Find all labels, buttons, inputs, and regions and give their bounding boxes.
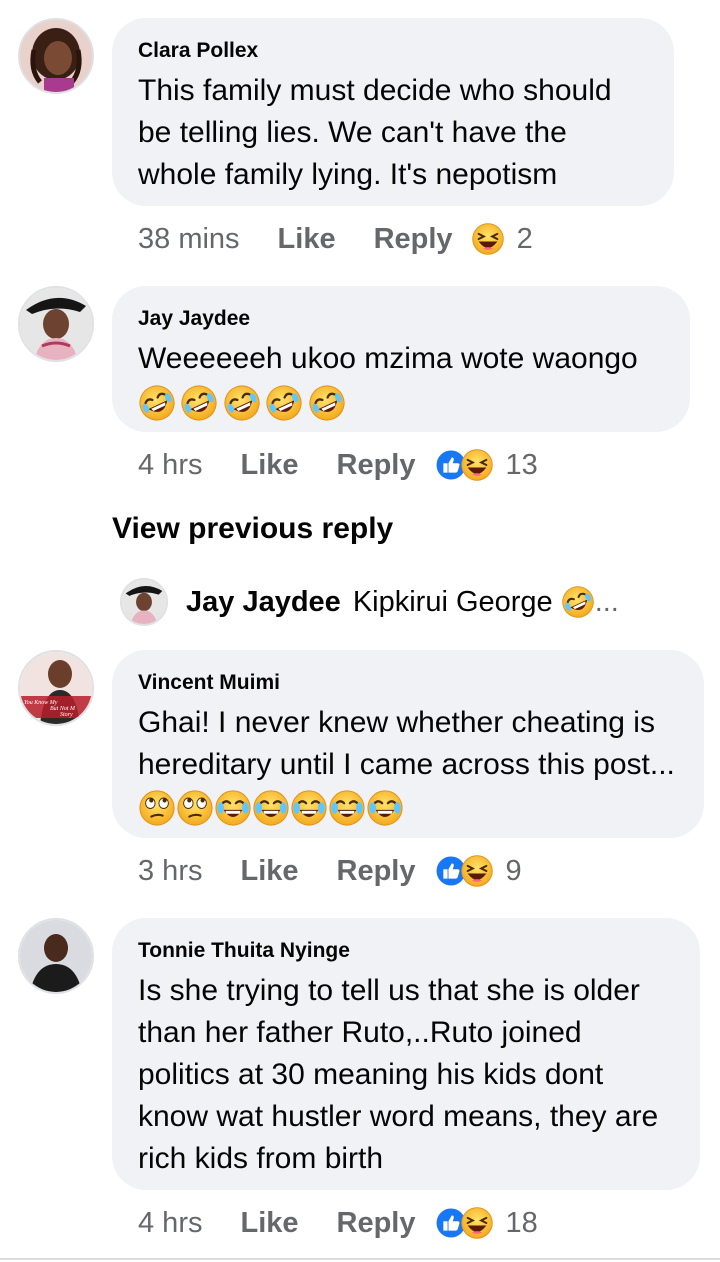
avatar-photo-icon xyxy=(122,580,166,624)
haha-reaction-icon xyxy=(471,222,505,256)
comment-time[interactable]: 4 hrs xyxy=(138,449,202,482)
reactions[interactable] xyxy=(434,1206,494,1240)
avatar[interactable] xyxy=(120,578,168,626)
joy-emoji-icon xyxy=(366,789,404,827)
reactions[interactable] xyxy=(434,448,494,482)
rofl-emoji-icon xyxy=(223,384,261,422)
reply-author[interactable]: Jay Jaydee xyxy=(186,586,341,619)
eye-roll-emoji-icon xyxy=(176,789,214,827)
reactions[interactable] xyxy=(471,222,505,256)
rofl-emoji-icon xyxy=(561,585,595,619)
emoji-row xyxy=(138,384,664,422)
like-button[interactable]: Like xyxy=(240,1207,298,1240)
reactions[interactable] xyxy=(434,854,494,888)
joy-emoji-icon xyxy=(290,789,328,827)
reply-button[interactable]: Reply xyxy=(374,223,453,256)
reply-button[interactable]: Reply xyxy=(337,855,416,888)
comment-author[interactable]: Tonnie Thuita Nyinge xyxy=(138,938,674,964)
eye-roll-emoji-icon xyxy=(138,789,176,827)
like-button[interactable]: Like xyxy=(240,855,298,888)
avatar-photo-icon xyxy=(20,920,92,992)
comment-bubble: Clara Pollex This family must decide who… xyxy=(112,18,674,206)
haha-reaction-icon xyxy=(460,854,494,888)
comment-actions: 3 hrs Like Reply 9 xyxy=(138,854,522,888)
reaction-count[interactable]: 9 xyxy=(506,855,522,888)
reply-ellipsis: ... xyxy=(594,585,619,618)
haha-reaction-icon xyxy=(460,448,494,482)
reaction-count[interactable]: 2 xyxy=(517,223,533,256)
comment-time[interactable]: 4 hrs xyxy=(138,1207,202,1240)
rofl-emoji-icon xyxy=(180,384,218,422)
reply-button[interactable]: Reply xyxy=(337,449,416,482)
comment-time[interactable]: 38 mins xyxy=(138,223,240,256)
comment-text: This family must decide who should be te… xyxy=(138,74,612,191)
joy-emoji-icon xyxy=(214,789,252,827)
reply-text: Kipkirui George xyxy=(352,585,553,618)
reply-button[interactable]: Reply xyxy=(337,1207,416,1240)
divider xyxy=(0,1258,720,1260)
reply-preview[interactable]: Jay Jaydee Kipkirui George ... xyxy=(120,578,619,626)
view-previous-reply-link[interactable]: View previous reply xyxy=(112,512,393,546)
avatar-photo-icon xyxy=(20,20,92,92)
avatar[interactable] xyxy=(18,18,94,94)
comment-text: Weeeeeeh ukoo mzima wote waongo xyxy=(138,342,638,375)
comment-bubble: Vincent Muimi Ghai! I never knew whether… xyxy=(112,650,704,838)
comment-actions: 4 hrs Like Reply 13 xyxy=(138,448,538,482)
rofl-emoji-icon xyxy=(138,384,176,422)
comment-bubble: Tonnie Thuita Nyinge Is she trying to te… xyxy=(112,918,700,1190)
rofl-emoji-icon xyxy=(265,384,303,422)
like-button[interactable]: Like xyxy=(240,449,298,482)
reaction-count[interactable]: 13 xyxy=(506,449,538,482)
comment-time[interactable]: 3 hrs xyxy=(138,855,202,888)
joy-emoji-icon xyxy=(328,789,366,827)
joy-emoji-icon xyxy=(252,789,290,827)
avatar[interactable]: You Know My But Not M Story xyxy=(18,650,94,726)
comment-text-body: Ghai! I never knew whether cheating is h… xyxy=(138,706,675,781)
avatar-photo-icon: You Know My But Not M Story xyxy=(20,652,92,724)
comment-author[interactable]: Clara Pollex xyxy=(138,38,648,64)
comment-text: Is she trying to tell us that she is old… xyxy=(138,974,659,1175)
avatar-photo-icon xyxy=(20,288,92,360)
comment-bubble: Jay Jaydee Weeeeeeh ukoo mzima wote waon… xyxy=(112,286,690,432)
avatar[interactable] xyxy=(18,918,94,994)
comment-text: Ghai! I never knew whether cheating is h… xyxy=(138,702,678,828)
comment-author[interactable]: Jay Jaydee xyxy=(138,306,664,332)
comment-author[interactable]: Vincent Muimi xyxy=(138,670,678,696)
avatar[interactable] xyxy=(18,286,94,362)
comment-actions: 4 hrs Like Reply 18 xyxy=(138,1206,538,1240)
like-button[interactable]: Like xyxy=(278,223,336,256)
rofl-emoji-icon xyxy=(308,384,346,422)
haha-reaction-icon xyxy=(460,1206,494,1240)
avatar-caption: Story xyxy=(60,712,73,718)
comment-actions: 38 mins Like Reply 2 xyxy=(138,222,533,256)
reaction-count[interactable]: 18 xyxy=(506,1207,538,1240)
